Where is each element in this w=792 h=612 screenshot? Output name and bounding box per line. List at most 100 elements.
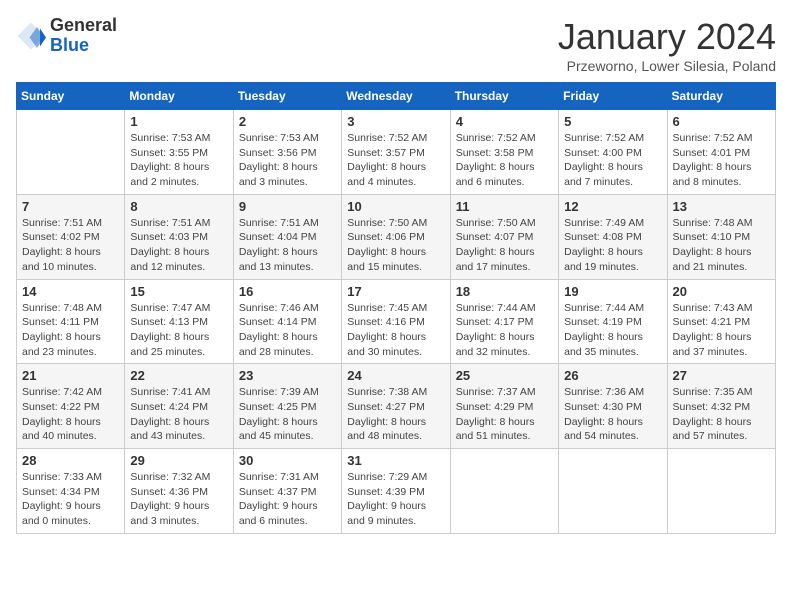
calendar-cell: 20 Sunrise: 7:43 AMSunset: 4:21 PMDayligh… (667, 279, 775, 364)
calendar-cell: 21 Sunrise: 7:42 AMSunset: 4:22 PMDayligh… (17, 364, 125, 449)
calendar-cell: 2Sunrise: 7:53 AMSunset: 3:56 PMDaylight… (233, 110, 341, 195)
calendar-cell: 8 Sunrise: 7:51 AMSunset: 4:03 PMDaylight… (125, 194, 233, 279)
day-number: 28 (22, 453, 119, 468)
day-info: Sunrise: 7:43 AMSunset: 4:21 PMDaylight:… (673, 301, 770, 360)
day-info: Sunrise: 7:52 AMSunset: 4:00 PMDaylight:… (564, 131, 661, 190)
calendar-cell: 26 Sunrise: 7:36 AMSunset: 4:30 PMDayligh… (559, 364, 667, 449)
day-number: 31 (347, 453, 444, 468)
calendar-cell: 16 Sunrise: 7:46 AMSunset: 4:14 PMDayligh… (233, 279, 341, 364)
day-info: Sunrise: 7:37 AMSunset: 4:29 PMDaylight:… (456, 385, 553, 444)
day-number: 16 (239, 284, 336, 299)
day-info: Sunrise: 7:51 AMSunset: 4:03 PMDaylight:… (130, 216, 227, 275)
calendar-cell: 22 Sunrise: 7:41 AMSunset: 4:24 PMDayligh… (125, 364, 233, 449)
logo-icon (16, 21, 46, 51)
day-number: 13 (673, 199, 770, 214)
calendar-location: Przeworno, Lower Silesia, Poland (558, 58, 776, 74)
day-info: Sunrise: 7:33 AMSunset: 4:34 PMDaylight:… (22, 470, 119, 529)
calendar-cell: 14Sunrise: 7:48 AMSunset: 4:11 PMDayligh… (17, 279, 125, 364)
weekday-header-thursday: Thursday (450, 83, 558, 110)
calendar-cell (17, 110, 125, 195)
calendar-cell: 15 Sunrise: 7:47 AMSunset: 4:13 PMDayligh… (125, 279, 233, 364)
day-info: Sunrise: 7:53 AMSunset: 3:55 PMDaylight:… (130, 131, 227, 190)
day-info: Sunrise: 7:32 AMSunset: 4:36 PMDaylight:… (130, 470, 227, 529)
day-number: 12 (564, 199, 661, 214)
day-info: Sunrise: 7:31 AMSunset: 4:37 PMDaylight:… (239, 470, 336, 529)
calendar-cell: 11 Sunrise: 7:50 AMSunset: 4:07 PMDayligh… (450, 194, 558, 279)
calendar-cell: 4 Sunrise: 7:52 AMSunset: 3:58 PMDaylight… (450, 110, 558, 195)
day-number: 30 (239, 453, 336, 468)
day-info: Sunrise: 7:51 AMSunset: 4:02 PMDaylight:… (22, 216, 119, 275)
day-number: 9 (239, 199, 336, 214)
title-block: January 2024 Przeworno, Lower Silesia, P… (558, 16, 776, 74)
day-info: Sunrise: 7:29 AMSunset: 4:39 PMDaylight:… (347, 470, 444, 529)
calendar-cell: 10Sunrise: 7:50 AMSunset: 4:06 PMDayligh… (342, 194, 450, 279)
logo-blue-text: Blue (50, 36, 117, 56)
day-info: Sunrise: 7:35 AMSunset: 4:32 PMDaylight:… (673, 385, 770, 444)
day-number: 24 (347, 368, 444, 383)
day-number: 11 (456, 199, 553, 214)
calendar-cell: 3 Sunrise: 7:52 AMSunset: 3:57 PMDaylight… (342, 110, 450, 195)
day-number: 25 (456, 368, 553, 383)
calendar-title: January 2024 (558, 16, 776, 58)
day-number: 8 (130, 199, 227, 214)
day-info: Sunrise: 7:36 AMSunset: 4:30 PMDaylight:… (564, 385, 661, 444)
calendar-cell: 5 Sunrise: 7:52 AMSunset: 4:00 PMDaylight… (559, 110, 667, 195)
day-number: 17 (347, 284, 444, 299)
calendar-cell: 13 Sunrise: 7:48 AMSunset: 4:10 PMDayligh… (667, 194, 775, 279)
day-info: Sunrise: 7:39 AMSunset: 4:25 PMDaylight:… (239, 385, 336, 444)
calendar-cell: 1 Sunrise: 7:53 AMSunset: 3:55 PMDaylight… (125, 110, 233, 195)
calendar-cell: 6 Sunrise: 7:52 AMSunset: 4:01 PMDaylight… (667, 110, 775, 195)
day-number: 21 (22, 368, 119, 383)
day-number: 15 (130, 284, 227, 299)
day-info: Sunrise: 7:50 AMSunset: 4:07 PMDaylight:… (456, 216, 553, 275)
day-info: Sunrise: 7:49 AMSunset: 4:08 PMDaylight:… (564, 216, 661, 275)
calendar-cell: 24 Sunrise: 7:38 AMSunset: 4:27 PMDayligh… (342, 364, 450, 449)
day-number: 4 (456, 114, 553, 129)
weekday-header-sunday: Sunday (17, 83, 125, 110)
day-number: 20 (673, 284, 770, 299)
day-number: 26 (564, 368, 661, 383)
day-info: Sunrise: 7:52 AMSunset: 3:57 PMDaylight:… (347, 131, 444, 190)
day-info: Sunrise: 7:52 AMSunset: 4:01 PMDaylight:… (673, 131, 770, 190)
day-number: 10 (347, 199, 444, 214)
calendar-cell: 19Sunrise: 7:44 AMSunset: 4:19 PMDayligh… (559, 279, 667, 364)
calendar-cell (559, 449, 667, 534)
day-info: Sunrise: 7:41 AMSunset: 4:24 PMDaylight:… (130, 385, 227, 444)
day-number: 19 (564, 284, 661, 299)
calendar-cell: 27 Sunrise: 7:35 AMSunset: 4:32 PMDayligh… (667, 364, 775, 449)
day-info: Sunrise: 7:38 AMSunset: 4:27 PMDaylight:… (347, 385, 444, 444)
calendar-cell: 18Sunrise: 7:44 AMSunset: 4:17 PMDayligh… (450, 279, 558, 364)
calendar-cell (450, 449, 558, 534)
calendar-cell: 30 Sunrise: 7:31 AMSunset: 4:37 PMDayligh… (233, 449, 341, 534)
day-number: 29 (130, 453, 227, 468)
day-number: 23 (239, 368, 336, 383)
weekday-header-wednesday: Wednesday (342, 83, 450, 110)
day-info: Sunrise: 7:48 AMSunset: 4:11 PMDaylight:… (22, 301, 119, 360)
calendar-cell: 23 Sunrise: 7:39 AMSunset: 4:25 PMDayligh… (233, 364, 341, 449)
weekday-header-monday: Monday (125, 83, 233, 110)
calendar-cell: 29 Sunrise: 7:32 AMSunset: 4:36 PMDayligh… (125, 449, 233, 534)
day-number: 6 (673, 114, 770, 129)
day-info: Sunrise: 7:53 AMSunset: 3:56 PMDaylight:… (239, 131, 336, 190)
day-number: 22 (130, 368, 227, 383)
day-info: Sunrise: 7:42 AMSunset: 4:22 PMDaylight:… (22, 385, 119, 444)
weekday-header-friday: Friday (559, 83, 667, 110)
day-info: Sunrise: 7:44 AMSunset: 4:17 PMDaylight:… (456, 301, 553, 360)
day-info: Sunrise: 7:48 AMSunset: 4:10 PMDaylight:… (673, 216, 770, 275)
calendar-cell: 9 Sunrise: 7:51 AMSunset: 4:04 PMDaylight… (233, 194, 341, 279)
day-number: 1 (130, 114, 227, 129)
calendar-table: SundayMondayTuesdayWednesdayThursdayFrid… (16, 82, 776, 534)
day-number: 27 (673, 368, 770, 383)
day-number: 3 (347, 114, 444, 129)
calendar-cell: 7Sunrise: 7:51 AMSunset: 4:02 PMDaylight… (17, 194, 125, 279)
day-info: Sunrise: 7:52 AMSunset: 3:58 PMDaylight:… (456, 131, 553, 190)
calendar-cell: 25 Sunrise: 7:37 AMSunset: 4:29 PMDayligh… (450, 364, 558, 449)
weekday-header-tuesday: Tuesday (233, 83, 341, 110)
day-number: 5 (564, 114, 661, 129)
day-info: Sunrise: 7:46 AMSunset: 4:14 PMDaylight:… (239, 301, 336, 360)
day-info: Sunrise: 7:51 AMSunset: 4:04 PMDaylight:… (239, 216, 336, 275)
calendar-cell: 28 Sunrise: 7:33 AMSunset: 4:34 PMDayligh… (17, 449, 125, 534)
calendar-cell (667, 449, 775, 534)
logo: General Blue (16, 16, 117, 56)
day-info: Sunrise: 7:47 AMSunset: 4:13 PMDaylight:… (130, 301, 227, 360)
